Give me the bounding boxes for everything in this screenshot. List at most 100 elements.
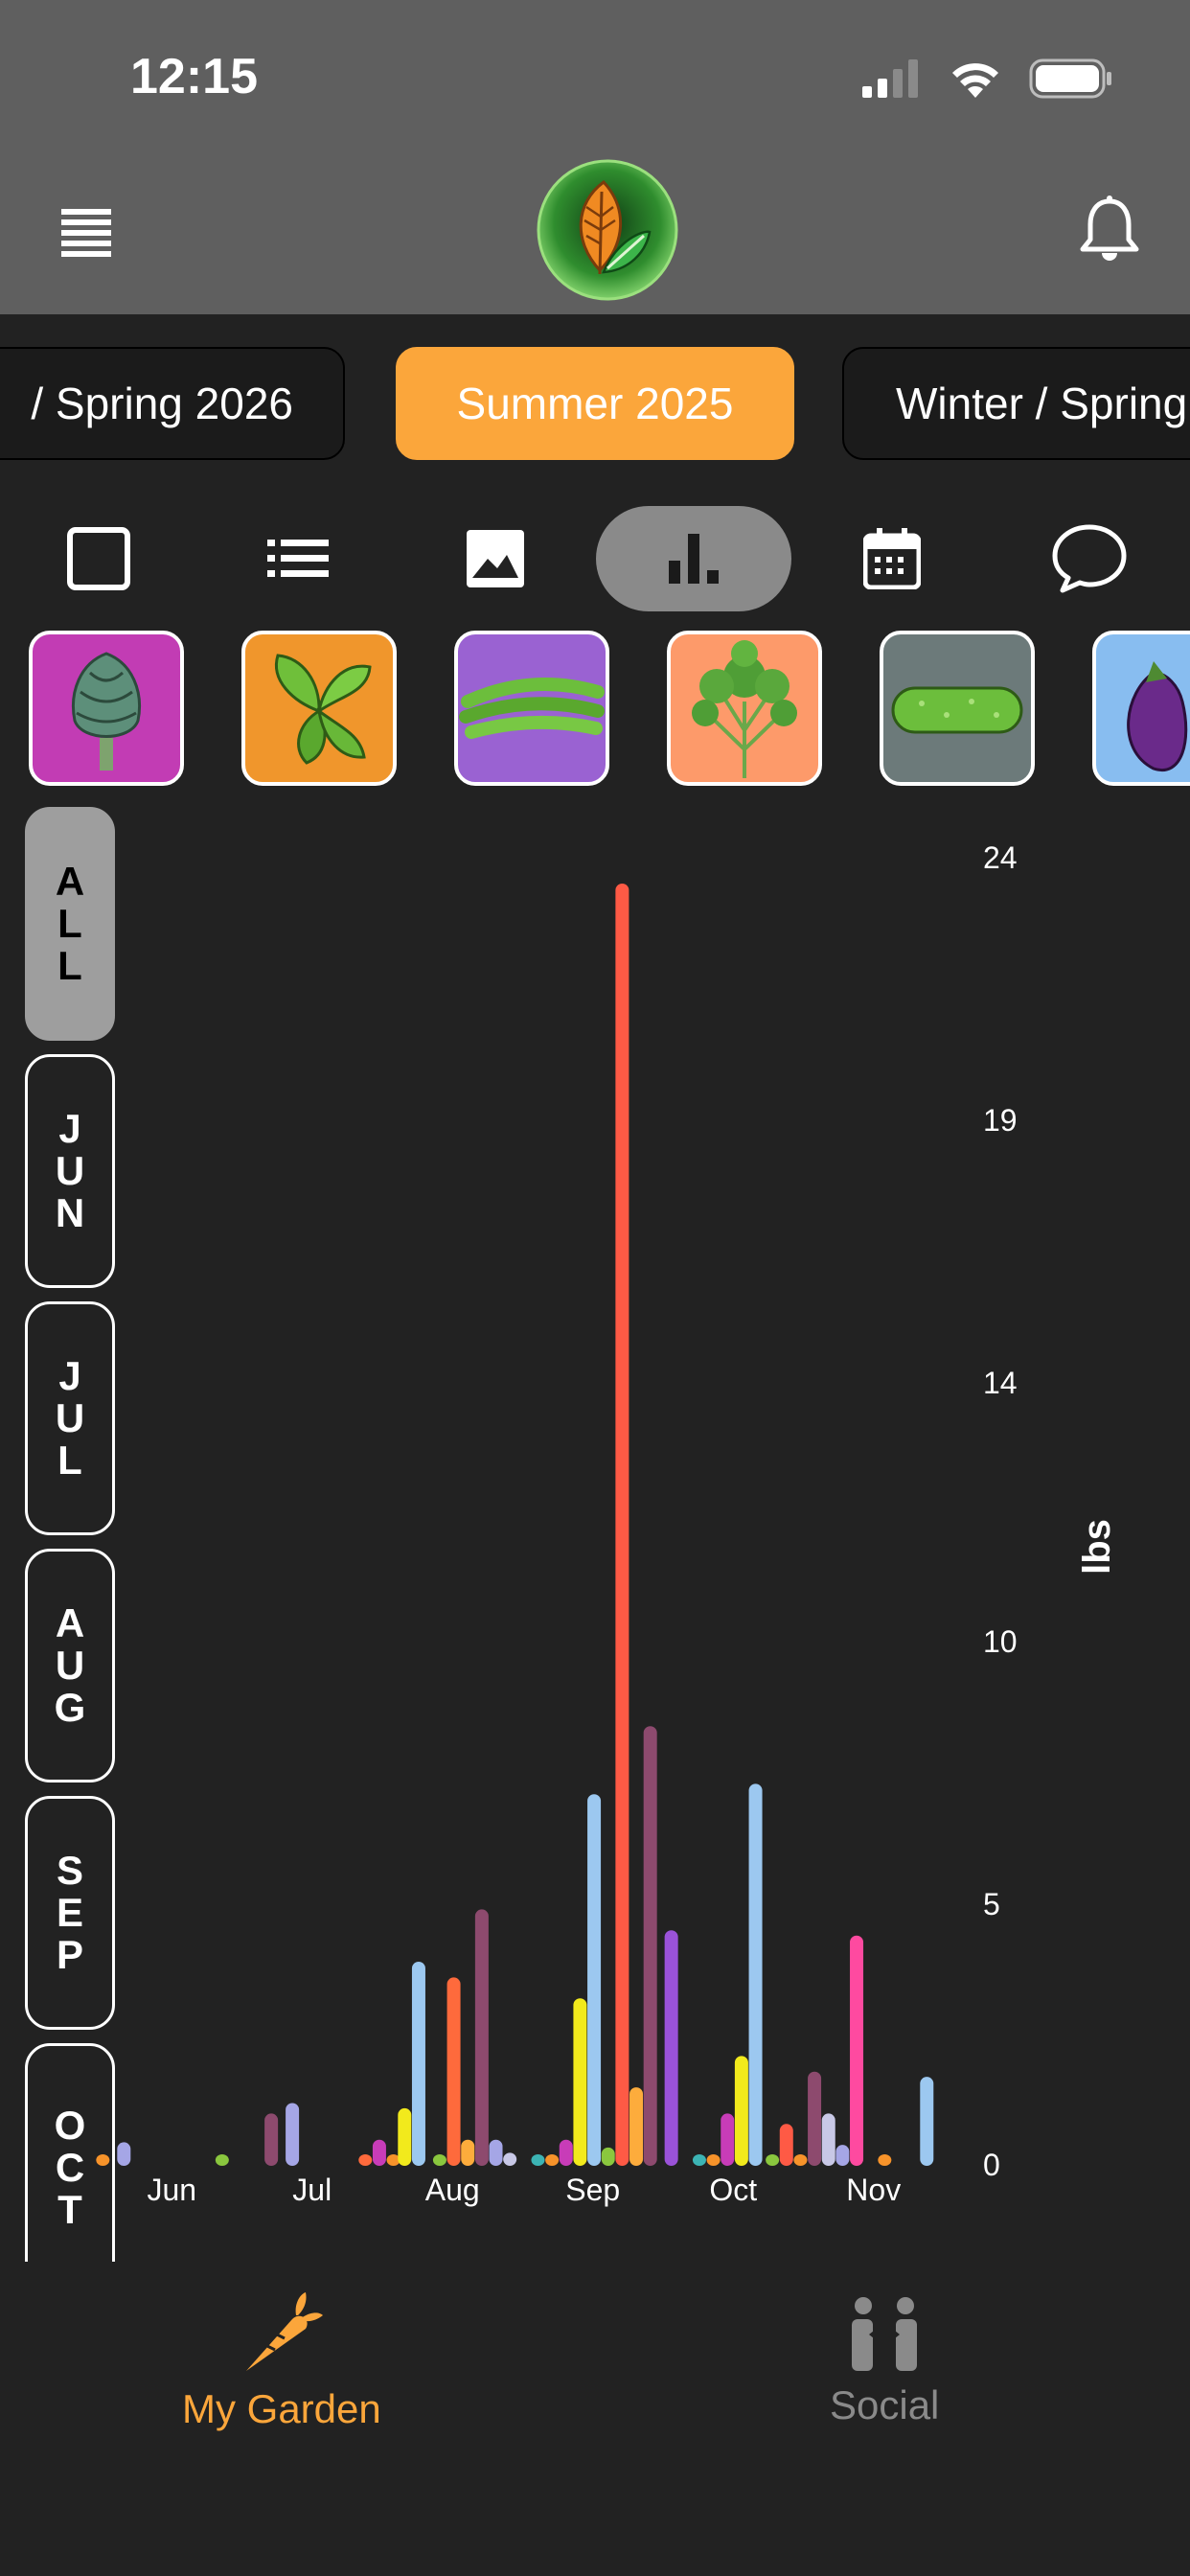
carrot-icon [245, 2292, 323, 2371]
wifi-icon [952, 63, 998, 98]
app-header [0, 153, 1190, 314]
x-tick-label: Oct [709, 2173, 757, 2207]
chart-bar[interactable] [821, 2113, 835, 2166]
chart-bar[interactable] [721, 2113, 735, 2166]
chart-bar[interactable] [615, 884, 629, 2166]
chart-bar[interactable] [629, 2087, 644, 2166]
bell-icon [1080, 196, 1139, 261]
chart-bar[interactable] [432, 2154, 446, 2166]
season-pill-spring-2026[interactable]: / Spring 2026 [0, 347, 345, 460]
chart-bar[interactable] [503, 2152, 517, 2166]
chart-bar[interactable] [474, 1909, 489, 2166]
chart-bar[interactable] [531, 2154, 545, 2166]
chart-bar[interactable] [545, 2154, 560, 2166]
chart-bar[interactable] [601, 2147, 615, 2166]
harvest-bar-chart: 0 5 10 14 19 24 lbs Jun Jul Aug Sep Oct Nov [96, 840, 1118, 2207]
eggplant-icon [1127, 661, 1188, 772]
crop-tile-green-beans[interactable] [454, 631, 609, 786]
x-tick-label: Aug [425, 2173, 480, 2207]
chart-bar[interactable] [748, 1783, 763, 2166]
chart-bar[interactable] [489, 2139, 503, 2166]
chart-bar[interactable] [446, 1977, 461, 2166]
y-tick-label: 19 [983, 1103, 1018, 1138]
leaf-logo-icon [537, 159, 678, 301]
chart-bar[interactable] [664, 1930, 678, 2166]
y-tick-label: 5 [983, 1887, 1000, 1921]
view-calendar-button[interactable] [839, 506, 945, 611]
crop-tile-cilantro[interactable] [667, 631, 822, 786]
y-tick-label: 24 [983, 840, 1018, 875]
chart-bar[interactable] [461, 2139, 475, 2166]
x-tick-label: Nov [846, 2173, 901, 2207]
menu-button[interactable] [59, 205, 113, 259]
view-chart-button[interactable] [596, 506, 791, 611]
chart-bar[interactable] [734, 2056, 748, 2166]
chart-bar[interactable] [411, 1962, 425, 2166]
chart-bar[interactable] [286, 2103, 300, 2166]
chart-bar[interactable] [793, 2154, 808, 2166]
chart-bar[interactable] [559, 2139, 573, 2166]
hamburger-menu-icon [61, 209, 111, 257]
status-bar: 12:15 [0, 0, 1190, 153]
chart-bar[interactable] [692, 2154, 706, 2166]
chart-bar[interactable] [835, 2145, 850, 2166]
battery-icon [1029, 58, 1111, 99]
chart-bar[interactable] [920, 2077, 934, 2166]
y-tick-label: 0 [983, 2148, 1000, 2182]
crop-tile-eggplant[interactable] [1092, 631, 1190, 786]
green-beans-icon [459, 678, 605, 739]
notifications-button[interactable] [1079, 196, 1140, 264]
chart-bar[interactable] [878, 2154, 892, 2166]
app-logo[interactable] [537, 159, 678, 301]
chart-bar[interactable] [706, 2154, 721, 2166]
chart-bar[interactable] [808, 2071, 822, 2166]
chart-bar[interactable] [643, 1726, 657, 2166]
season-label: Summer 2025 [456, 379, 734, 428]
chart-bar[interactable] [398, 2107, 412, 2166]
y-axis-label: lbs [1076, 1519, 1118, 1575]
tab-my-garden[interactable]: My Garden [182, 2290, 381, 2432]
view-mode-toolbar [0, 506, 1190, 611]
y-tick-label: 14 [983, 1366, 1018, 1400]
season-pill-summer-2025[interactable]: Summer 2025 [396, 347, 794, 460]
status-time: 12:15 [130, 49, 258, 104]
chart-bar[interactable] [358, 2154, 373, 2166]
tab-social[interactable]: Social [830, 2296, 939, 2428]
square-icon [67, 527, 130, 590]
basil-icon [275, 654, 372, 765]
image-icon [467, 530, 524, 587]
chart-bar[interactable] [573, 1998, 587, 2166]
x-tick-label: Jun [147, 2173, 196, 2207]
view-square-button[interactable] [46, 506, 151, 611]
cilantro-icon [692, 640, 797, 778]
tab-label: My Garden [182, 2386, 381, 2431]
people-icon [852, 2297, 918, 2371]
chart-bar[interactable] [372, 2139, 386, 2166]
view-chat-button[interactable] [1037, 506, 1142, 611]
bar-chart-icon [669, 534, 719, 584]
season-selector: / Spring 2026 Summer 2025 Winter / Sprin… [0, 347, 1190, 464]
crop-tile-basil[interactable] [241, 631, 397, 786]
chart-bar[interactable] [117, 2142, 131, 2166]
season-pill-winter-spring[interactable]: Winter / Spring [842, 347, 1190, 460]
view-gallery-button[interactable] [443, 506, 548, 611]
crop-tile-cucumber[interactable] [880, 631, 1035, 786]
y-tick-label: 10 [983, 1624, 1018, 1659]
chart-bar[interactable] [264, 2113, 279, 2166]
chart-bar[interactable] [587, 1794, 602, 2166]
crop-tile-artichoke[interactable] [29, 631, 184, 786]
view-list-button[interactable] [245, 506, 351, 611]
chart-bar[interactable] [215, 2154, 229, 2166]
cucumber-icon [891, 686, 1023, 734]
status-icons [862, 54, 1113, 104]
list-icon [267, 540, 329, 577]
crop-thumbnail-row [0, 631, 1190, 792]
tab-label: Social [830, 2382, 940, 2427]
artichoke-icon [72, 652, 141, 770]
x-tick-label: Jul [292, 2173, 332, 2207]
season-label: Winter / Spring [896, 379, 1188, 428]
chart-bar[interactable] [766, 2154, 780, 2166]
chart-bar[interactable] [96, 2154, 110, 2166]
chart-bar[interactable] [779, 2124, 793, 2166]
chart-bar[interactable] [850, 1935, 864, 2166]
